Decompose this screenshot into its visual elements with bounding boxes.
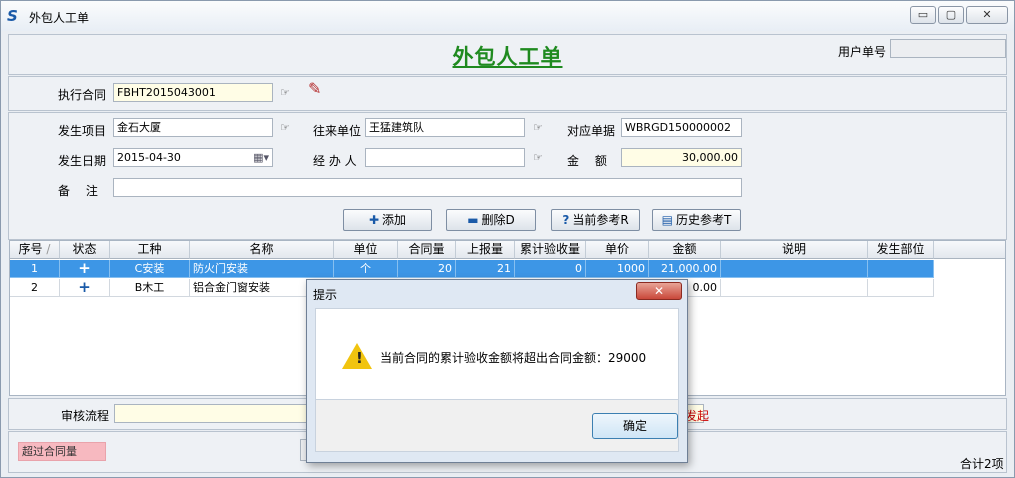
warning-mark: !: [356, 349, 363, 367]
app-logo-icon: S: [7, 7, 18, 25]
cell-status: +: [60, 279, 110, 297]
dialog-close-button[interactable]: ✕: [636, 282, 682, 300]
col-header-spacer: [934, 241, 1005, 259]
cell-type: B木工: [110, 279, 190, 297]
dialog-title: 提示: [313, 288, 338, 302]
lookup-hand-icon[interactable]: ☞: [280, 87, 298, 99]
dialog-body: ! 当前合同的累计验收金额将超出合同金额：29000: [315, 308, 679, 400]
edit-pencil-icon[interactable]: ✎: [308, 81, 326, 97]
plus-icon: ✚: [368, 213, 380, 227]
cell-amount: 21,000.00: [649, 260, 721, 278]
title-bar: S 外包人工单 ▭ ▢ ✕: [1, 1, 1014, 31]
cell-location: [868, 279, 934, 297]
minus-icon: ▬: [467, 213, 479, 227]
history-ref-button[interactable]: ▤ 历史参考T: [652, 209, 741, 231]
user-no-label: 用户单号: [838, 45, 887, 59]
app-window: S 外包人工单 ▭ ▢ ✕ 外包人工单 用户单号 执行合同 FBHT201504…: [0, 0, 1015, 478]
window-title: 外包人工单: [29, 11, 90, 25]
contract-field[interactable]: FBHT2015043001: [113, 83, 273, 102]
ok-button[interactable]: 确定: [592, 413, 678, 439]
project-label: 发生项目: [58, 124, 107, 138]
workflow-status: 发起: [685, 409, 710, 423]
cell-contract-qty: 20: [398, 260, 456, 278]
remark-label: 备 注: [58, 184, 98, 198]
amount-label: 金 额: [567, 154, 607, 168]
dialog-message: 当前合同的累计验收金额将超出合同金额：29000: [380, 351, 647, 365]
workflow-label: 审核流程: [61, 409, 110, 423]
user-no-field[interactable]: [890, 39, 1006, 58]
cell-note: [721, 279, 868, 297]
amount-field[interactable]: 30,000.00: [621, 148, 742, 167]
cell-reported-qty: 21: [456, 260, 515, 278]
date-label: 发生日期: [58, 154, 107, 168]
new-status-icon: +: [78, 260, 91, 277]
add-button[interactable]: ✚ 添加: [343, 209, 432, 231]
col-header-no[interactable]: 序号 /: [10, 241, 60, 259]
cell-no: 2: [10, 279, 60, 297]
ref-doc-field[interactable]: WBRGD150000002: [621, 118, 742, 137]
alert-dialog: 提示 ✕ ! 当前合同的累计验收金额将超出合同金额：29000 确定: [306, 279, 688, 463]
new-status-icon: +: [78, 279, 91, 296]
cell-type: C安装: [110, 260, 190, 278]
cell-note: [721, 260, 868, 278]
project-field[interactable]: 金石大厦: [113, 118, 273, 137]
cell-unit: 个: [334, 260, 398, 278]
handler-lookup-icon[interactable]: ☞: [533, 152, 551, 164]
date-value: 2015-04-30: [117, 151, 181, 164]
history-ref-label: 历史参考T: [676, 213, 732, 227]
total-count: 合计2项: [960, 457, 1004, 471]
col-header-name[interactable]: 名称: [190, 241, 334, 259]
vendor-label: 往来单位: [313, 124, 362, 138]
cell-no: 1: [10, 260, 60, 278]
cell-status: +: [60, 260, 110, 278]
current-ref-button[interactable]: ? 当前参考R: [551, 209, 640, 231]
remark-field[interactable]: [113, 178, 742, 197]
handler-field[interactable]: [365, 148, 525, 167]
delete-button[interactable]: ▬ 删除D: [446, 209, 536, 231]
vendor-lookup-icon[interactable]: ☞: [533, 122, 551, 134]
col-header-amount[interactable]: 金额: [649, 241, 721, 259]
maximize-button[interactable]: ▢: [938, 6, 964, 24]
col-header-accepted-qty[interactable]: 累计验收量: [515, 241, 586, 259]
col-header-reported-qty[interactable]: 上报量: [456, 241, 515, 259]
book-icon: ▤: [661, 213, 673, 227]
col-header-note[interactable]: 说明: [721, 241, 868, 259]
project-lookup-icon[interactable]: ☞: [280, 122, 298, 134]
handler-label: 经 办 人: [313, 154, 357, 168]
close-button[interactable]: ✕: [966, 6, 1008, 24]
help-doc-icon: ?: [562, 213, 570, 227]
contract-label: 执行合同: [58, 88, 107, 102]
current-ref-label: 当前参考R: [572, 213, 629, 227]
dialog-footer: 确定: [315, 400, 679, 452]
col-header-unit[interactable]: 单位: [334, 241, 398, 259]
cell-name: 防火门安装: [190, 260, 334, 278]
cell-price: 1000: [586, 260, 649, 278]
vendor-field[interactable]: 王猛建筑队: [365, 118, 525, 137]
add-button-label: 添加: [382, 213, 407, 227]
cell-accepted-qty: 0: [515, 260, 586, 278]
col-header-contract-qty[interactable]: 合同量: [398, 241, 456, 259]
minimize-button[interactable]: ▭: [910, 6, 936, 24]
cell-location: [868, 260, 934, 278]
delete-button-label: 删除D: [481, 213, 515, 227]
col-header-price[interactable]: 单价: [586, 241, 649, 259]
over-contract-badge: 超过合同量: [18, 442, 106, 461]
date-field[interactable]: 2015-04-30 ▦▾: [113, 148, 273, 167]
col-header-status[interactable]: 状态: [60, 241, 110, 259]
col-header-type[interactable]: 工种: [110, 241, 190, 259]
ref-doc-label: 对应单据: [567, 124, 616, 138]
col-header-location[interactable]: 发生部位: [868, 241, 934, 259]
calendar-dropdown-icon[interactable]: ▦▾: [253, 149, 269, 166]
